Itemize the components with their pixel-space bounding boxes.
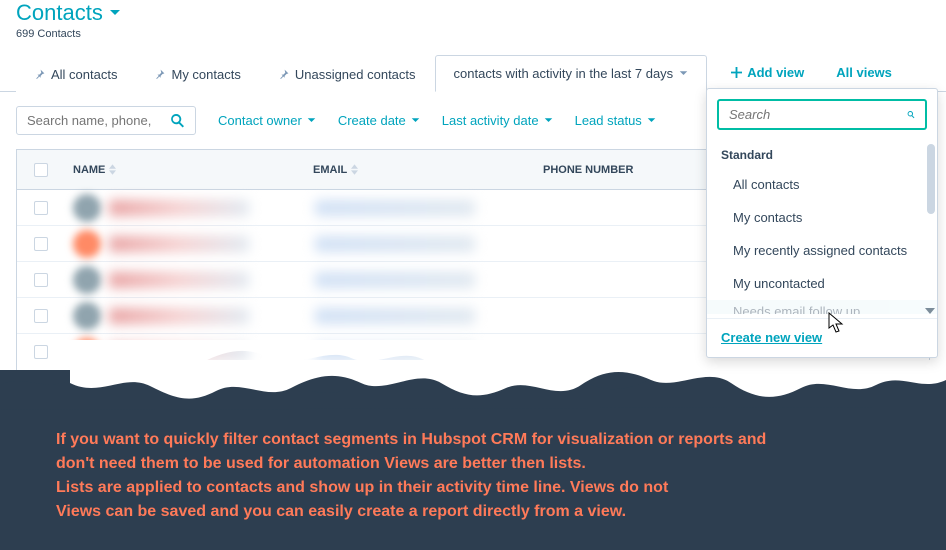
search-icon: [170, 113, 185, 128]
dd-item-recent[interactable]: My recently assigned contacts: [707, 234, 937, 267]
search-input[interactable]: [27, 113, 162, 128]
caret-down-icon: [679, 69, 688, 78]
dropdown-search-input[interactable]: [729, 107, 907, 122]
cursor-icon: [828, 312, 846, 334]
search-icon: [907, 107, 915, 122]
row-checkbox[interactable]: [34, 273, 48, 287]
blurred-name: [109, 200, 249, 216]
create-view-link[interactable]: Create new view: [721, 330, 822, 345]
avatar: [73, 230, 101, 258]
tip-line: don't need them to be used for automatio…: [56, 452, 766, 476]
filter-last-activity[interactable]: Last activity date: [442, 113, 553, 128]
tab-my-contacts[interactable]: My contacts: [136, 56, 259, 92]
col-name[interactable]: NAME: [65, 164, 305, 176]
tip-line: Views can be saved and you can easily cr…: [56, 500, 766, 524]
col-phone[interactable]: PHONE NUMBER: [535, 164, 735, 176]
page-title[interactable]: Contacts: [16, 0, 930, 26]
caret-down-icon: [109, 7, 121, 19]
view-tabs: All contacts My contacts Unassigned cont…: [0, 54, 946, 92]
search-input-wrap[interactable]: [16, 106, 196, 135]
tab-label: Unassigned contacts: [295, 67, 416, 82]
contact-count: 699 Contacts: [16, 28, 930, 40]
plus-icon: [731, 67, 742, 78]
row-checkbox[interactable]: [34, 237, 48, 251]
sort-icon: [109, 164, 116, 175]
sort-icon: [351, 164, 358, 175]
caret-down-icon: [544, 116, 553, 125]
blurred-name: [109, 272, 249, 288]
blurred-email: [315, 308, 475, 324]
tab-label: contacts with activity in the last 7 day…: [454, 66, 674, 81]
blurred-email: [315, 236, 475, 252]
avatar: [73, 266, 101, 294]
col-email[interactable]: EMAIL: [305, 164, 535, 176]
filter-create-date[interactable]: Create date: [338, 113, 420, 128]
pin-icon: [279, 69, 289, 79]
tab-label: All contacts: [51, 67, 117, 82]
pin-icon: [35, 69, 45, 79]
caret-down-icon: [307, 116, 316, 125]
blurred-email: [315, 272, 475, 288]
add-view-button[interactable]: Add view: [715, 55, 820, 90]
blurred-name: [109, 236, 249, 252]
caret-down-icon: [411, 116, 420, 125]
dd-item-all[interactable]: All contacts: [707, 168, 937, 201]
dd-item-uncontacted[interactable]: My uncontacted: [707, 267, 937, 300]
views-dropdown: Standard All contacts My contacts My rec…: [706, 88, 938, 358]
dd-item-my[interactable]: My contacts: [707, 201, 937, 234]
filter-lead-status[interactable]: Lead status: [575, 113, 656, 128]
tip-line: If you want to quickly filter contact se…: [56, 428, 766, 452]
blurred-name: [109, 308, 249, 324]
dropdown-search[interactable]: [717, 99, 927, 130]
dropdown-footer: Create new view: [707, 318, 937, 357]
title-text: Contacts: [16, 0, 103, 26]
all-views-link[interactable]: All views: [820, 55, 908, 90]
caret-down-icon: [647, 116, 656, 125]
dd-item-followup[interactable]: Needs email follow up: [707, 300, 937, 314]
pin-icon: [155, 69, 165, 79]
blurred-email: [315, 200, 475, 216]
scrollbar[interactable]: [927, 144, 935, 214]
avatar: [73, 302, 101, 330]
avatar: [73, 194, 101, 222]
dropdown-section-header: Standard: [707, 140, 937, 168]
torn-edge-bottom: [0, 360, 946, 410]
add-view-label: Add view: [747, 65, 804, 80]
tab-all-contacts[interactable]: All contacts: [16, 56, 136, 92]
select-all-checkbox[interactable]: [34, 163, 48, 177]
row-checkbox[interactable]: [34, 309, 48, 323]
row-checkbox[interactable]: [34, 201, 48, 215]
tip-line: Lists are applied to contacts and show u…: [56, 476, 766, 500]
tip-text: If you want to quickly filter contact se…: [56, 428, 766, 524]
tab-unassigned[interactable]: Unassigned contacts: [260, 56, 435, 92]
tab-activity-7days[interactable]: contacts with activity in the last 7 day…: [435, 55, 708, 92]
filter-contact-owner[interactable]: Contact owner: [218, 113, 316, 128]
tab-label: My contacts: [171, 67, 240, 82]
